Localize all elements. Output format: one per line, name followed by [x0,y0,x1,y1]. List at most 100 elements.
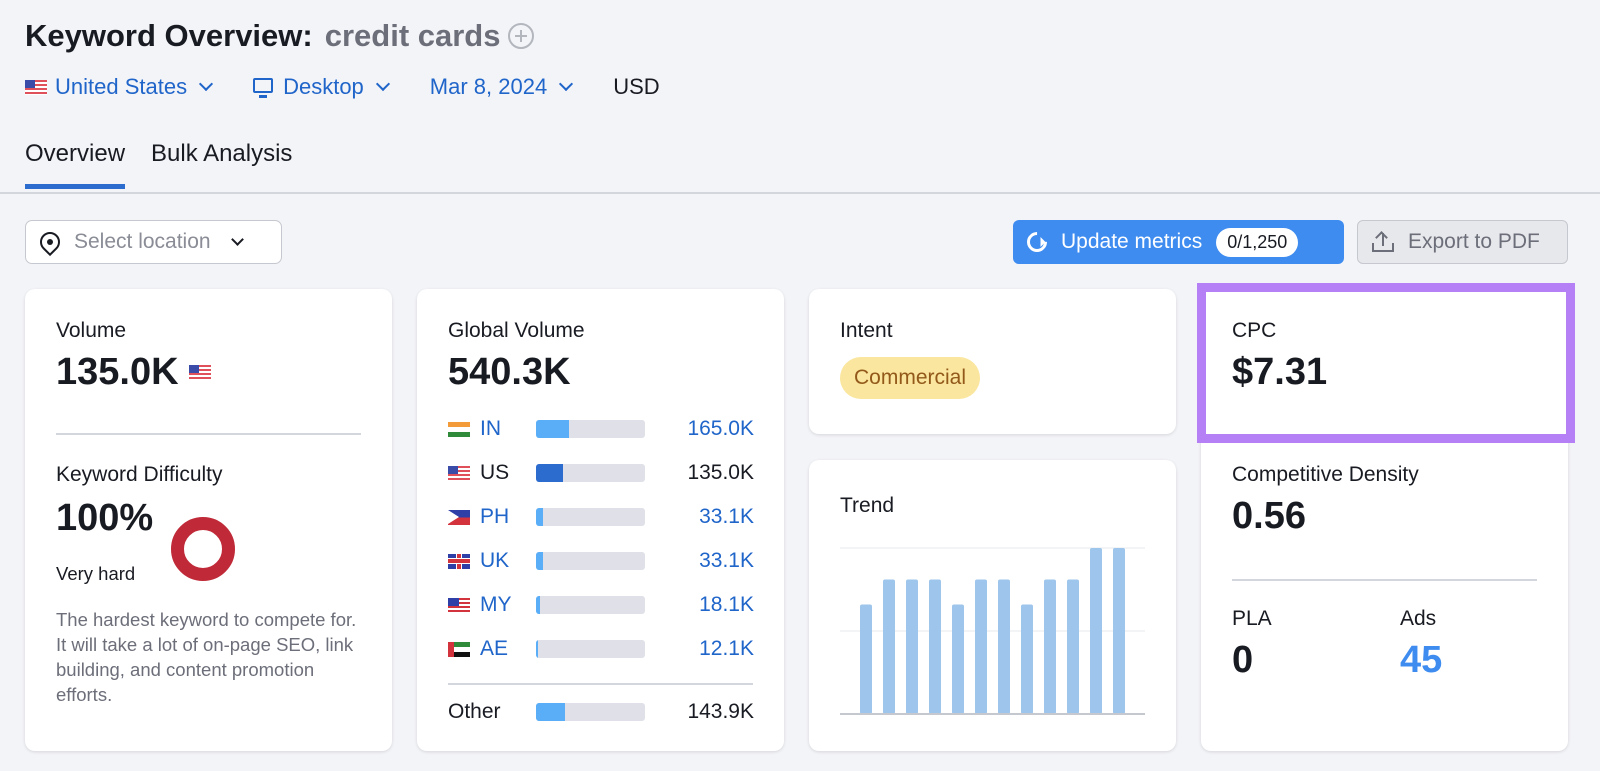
chevron-down-icon [559,76,574,92]
update-metrics-button[interactable]: Update metrics 0/1,250 [1013,220,1344,264]
date-dropdown[interactable]: Mar 8, 2024 [429,74,574,100]
card-divider [1232,579,1537,581]
export-label: Export to PDF [1408,230,1540,253]
trend-bar[interactable] [1113,548,1125,714]
global-volume-row-my: MY 18.1K [448,590,754,620]
ads-value[interactable]: 45 [1400,639,1442,682]
refresh-icon [1022,227,1052,257]
country-volume[interactable]: 18.1K [645,593,754,617]
tab-bulk-analysis[interactable]: Bulk Analysis [151,140,292,189]
page-header: Keyword Overview: credit cards [25,18,535,54]
card-divider [56,433,361,435]
tab-bar: Overview Bulk Analysis [25,140,318,189]
country-share-bar [536,596,645,614]
trend-bar[interactable] [1067,579,1079,714]
country-code: US [480,461,510,484]
in-flag-icon [448,421,470,437]
page-title: Keyword Overview: [25,18,313,53]
my-flag-icon [448,597,470,613]
global-volume-row-us: US 135.0K [448,458,754,488]
global-volume-row-ph: PH 33.1K [448,502,754,532]
pla-value: 0 [1232,639,1254,681]
volume-label: Volume [56,319,127,342]
cpc-highlight-frame [1197,283,1575,443]
plus-circle-icon[interactable] [508,23,535,49]
trend-bar[interactable] [906,579,918,714]
other-value: 143.9K [687,700,754,723]
trend-bar[interactable] [998,579,1010,714]
trend-bar[interactable] [1044,579,1056,714]
country-share-bar-fill [536,640,539,658]
device-label: Desktop [283,74,364,99]
intent-card: Intent Commercial [809,289,1176,434]
us-flag-icon [25,79,47,95]
global-volume-other-row: Other 143.9K [448,697,754,727]
trend-card: Trend [809,460,1176,751]
country-share-bar [536,640,645,658]
location-placeholder: Select location [74,230,211,253]
filter-bar: United States Desktop Mar 8, 2024 USD [25,74,660,100]
country-share-bar [536,464,645,482]
us-flag-icon [448,465,470,481]
trend-bar[interactable] [929,579,941,714]
export-pdf-button[interactable]: Export to PDF [1357,220,1568,264]
kd-value: 100% [56,497,154,539]
trend-label: Trend [840,494,895,517]
country-volume[interactable]: 33.1K [645,549,754,573]
tab-overview[interactable]: Overview [25,140,126,189]
ae-flag-icon [448,641,470,657]
trend-bar[interactable] [952,604,964,714]
country-share-bar-fill [536,464,564,482]
competitive-density-value: 0.56 [1232,495,1306,537]
country-code[interactable]: AE [480,637,536,661]
location-select[interactable]: Select location [25,220,282,264]
chevron-down-icon [230,233,244,246]
country-label: United States [55,74,188,99]
pla-label: PLA [1232,607,1272,630]
global-volume-row-ae: AE 12.1K [448,634,754,664]
device-dropdown[interactable]: Desktop [253,74,390,100]
volume-value: 135.0K [56,351,179,393]
country-code[interactable]: UK [480,549,536,573]
trend-bar[interactable] [860,604,872,714]
ads-label: Ads [1400,607,1437,630]
update-counter-badge: 0/1,250 [1216,227,1299,257]
trend-bar[interactable] [1090,548,1102,714]
global-volume-value: 540.3K [448,351,571,393]
country-dropdown[interactable]: United States [25,74,214,100]
intent-label: Intent [840,319,893,342]
trend-chart [840,547,1145,715]
other-label: Other [448,700,501,723]
country-code[interactable]: PH [480,505,536,529]
country-code[interactable]: IN [480,417,536,441]
country-volume[interactable]: 165.0K [645,417,754,441]
country-share-bar-fill [536,420,570,438]
keyword-title: credit cards [324,18,501,53]
country-code[interactable]: MY [480,593,536,617]
country-share-bar-fill [536,596,540,614]
country-volume: 135.0K [687,461,754,484]
chevron-down-icon [375,76,390,92]
other-bar-fill [536,703,565,721]
currency-label: USD [613,74,660,99]
trend-bar[interactable] [1021,604,1033,714]
desktop-icon [253,77,274,98]
trend-bar[interactable] [883,579,895,714]
country-volume[interactable]: 33.1K [645,505,754,529]
volume-card: Volume 135.0K Keyword Difficulty 100% Ve… [25,289,392,751]
uk-flag-icon [448,553,470,569]
trend-bar[interactable] [975,579,987,714]
us-flag-icon [188,365,211,380]
kd-description: The hardest keyword to compete for. It w… [56,609,357,705]
country-volume[interactable]: 12.1K [645,637,754,661]
global-volume-label: Global Volume [448,319,585,342]
kd-level: Very hard [56,563,136,584]
kd-donut-icon [171,517,235,581]
intent-badge: Commercial [840,357,981,399]
country-share-bar [536,508,645,526]
date-label: Mar 8, 2024 [429,74,548,99]
upload-icon [1372,231,1394,252]
competitive-density-label: Competitive Density [1232,463,1419,486]
global-volume-row-uk: UK 33.1K [448,546,754,576]
other-bar [536,703,645,721]
